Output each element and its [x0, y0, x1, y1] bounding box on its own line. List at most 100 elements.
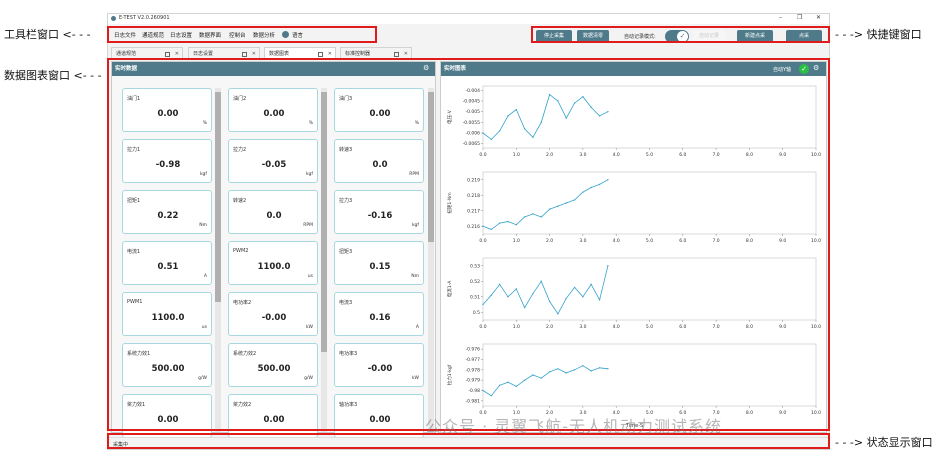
data-card: 轴功率3 0.00 — [334, 394, 424, 438]
data-card: 桨力效2 0.00 — [228, 394, 318, 438]
card-value: -0.16 — [367, 211, 393, 221]
y-tick-label: -0.981 — [465, 398, 480, 404]
point-pick-button[interactable]: 点采 — [786, 30, 822, 43]
close-button[interactable]: ✕ — [816, 14, 821, 21]
card-label: 油门3 — [339, 96, 353, 102]
data-card: 系统力效2 500.00 g/W — [228, 343, 318, 387]
card-label: 桨力效1 — [127, 402, 146, 408]
status-bar: 采集中 — [108, 437, 829, 449]
card-unit: RPM — [409, 172, 419, 177]
tab-standard-controller[interactable]: 标准控制器 ✕ — [340, 47, 412, 60]
y-tick-label: 0.5 — [473, 310, 480, 316]
data-point — [507, 115, 509, 117]
stop-collect-button[interactable]: 停止采集 — [536, 30, 572, 43]
y-axis-label: 电压-V — [446, 109, 453, 124]
x-tick-label: 0.0 — [479, 152, 486, 158]
menu-data-analysis[interactable]: 数据分析 — [253, 31, 275, 39]
annotation-data-chart-window: 数据图表窗口 <- - - — [4, 69, 102, 82]
window-icon — [242, 52, 247, 57]
data-point — [532, 136, 534, 139]
close-icon[interactable]: ✕ — [404, 48, 408, 61]
card-value: 0.00 — [369, 109, 391, 119]
menu-language[interactable]: 语言 — [292, 31, 303, 39]
tab-channel-spec[interactable]: 通道规范 ✕ — [111, 47, 183, 60]
minimize-button[interactable]: – — [779, 14, 782, 21]
gear-icon[interactable]: ⚙ — [813, 64, 819, 72]
menu-log-settings[interactable]: 日志设置 — [170, 31, 192, 39]
menu-channel-spec[interactable]: 通道规范 — [142, 31, 164, 39]
card-label: 轴功率3 — [339, 402, 358, 408]
x-tick-label: 1.0 — [513, 238, 520, 244]
card-value: 0.00 — [263, 415, 285, 425]
tab-log-settings[interactable]: 日志设置 ✕ — [188, 47, 260, 60]
annotation-toolbar-window: 工具栏窗口 <- - - — [4, 28, 91, 41]
card-value: -0.00 — [367, 364, 393, 374]
x-tick-label: 2.0 — [546, 152, 553, 158]
window-title: E-TEST V2.0.260901 — [119, 15, 170, 21]
card-value: 0.00 — [157, 109, 179, 119]
data-point — [582, 191, 584, 193]
data-point — [540, 377, 542, 379]
data-point — [607, 265, 609, 267]
auto-y-axis-label: 自动Y轴 — [773, 67, 792, 73]
x-tick-label: 7.0 — [713, 238, 720, 244]
card-label: 拉力1 — [127, 147, 141, 153]
clear-data-button[interactable]: 数据清零 — [577, 30, 609, 43]
tab-data-chart[interactable]: 数据图表 ✕ — [264, 47, 336, 60]
data-point — [507, 220, 509, 223]
card-unit: kgf — [411, 223, 419, 228]
close-icon[interactable]: ✕ — [328, 48, 332, 61]
data-point — [515, 224, 517, 226]
maximize-button[interactable]: ❐ — [797, 14, 802, 21]
data-point — [573, 102, 576, 104]
data-point — [523, 306, 526, 309]
auto-y-axis-toggle[interactable]: ✓ — [799, 64, 809, 74]
window-icon — [165, 52, 170, 57]
close-icon[interactable]: ✕ — [175, 48, 179, 61]
realtime-chart-panel: 实时图表 自动Y轴 ✓ ⚙ 0.0 1.0 2.0 3.0 4.0 5.0 6.0 7.0 8.… — [440, 61, 827, 433]
data-card: 电流3 0.16 A — [334, 292, 424, 336]
data-point — [565, 372, 567, 374]
card-value: -0.05 — [261, 160, 287, 170]
create-point-button[interactable]: 新建点采 — [737, 30, 773, 43]
card-unit: Nm — [411, 274, 419, 279]
data-card: PWM2 1100.0 us — [228, 241, 318, 285]
x-tick-label: 10.0 — [811, 238, 821, 244]
data-point — [607, 179, 609, 181]
data-point — [523, 128, 526, 130]
x-tick-label: 6.0 — [679, 152, 686, 158]
data-point — [565, 297, 567, 299]
auto-log-button[interactable]: 自动记录 — [693, 30, 725, 43]
x-tick-label: 4.0 — [613, 324, 620, 330]
line-chart-3: 0.0 1.0 2.0 3.0 4.0 5.0 6.0 7.0 8.0 9.0 10.0 0.53 0.… — [446, 257, 821, 330]
line-chart-2: 0.0 1.0 2.0 3.0 4.0 5.0 6.0 7.0 8.0 9.0 10.0 0.219 0… — [446, 171, 821, 244]
card-unit: us — [201, 325, 207, 330]
data-point — [565, 117, 567, 119]
annotation-status-window: - - -> 状态显示窗口 — [835, 436, 933, 449]
data-point — [582, 95, 584, 98]
realtime-data-header: 实时数据 — [112, 62, 435, 76]
data-point — [490, 228, 493, 231]
gear-icon[interactable]: ⚙ — [423, 64, 429, 72]
data-card: 电功率3 -0.00 kW — [334, 343, 424, 387]
app-window: E-TEST V2.0.260901 – ❐ ✕ 日志文件 通道规范 日志设置 … — [107, 13, 830, 450]
auto-log-toggle[interactable]: ✓ — [665, 30, 689, 43]
data-point — [498, 222, 501, 224]
y-tick-label: -0.98 — [468, 388, 480, 394]
menu-console[interactable]: 控制台 — [229, 31, 246, 39]
x-tick-label: 9.0 — [779, 152, 786, 158]
close-icon[interactable]: ✕ — [252, 48, 256, 61]
data-point — [598, 299, 601, 301]
scrollbar-column-1[interactable] — [215, 88, 221, 432]
data-point — [582, 365, 584, 367]
scrollbar-column-3[interactable] — [428, 88, 434, 432]
data-point — [532, 213, 534, 215]
y-axis-label: 电流1-A — [446, 280, 453, 297]
scrollbar-column-2[interactable] — [321, 88, 327, 432]
menu-data-view[interactable]: 数据界面 — [199, 31, 221, 39]
y-tick-label: -0.0055 — [463, 120, 481, 126]
x-tick-label: 8.0 — [746, 238, 753, 244]
menu-log-file[interactable]: 日志文件 — [114, 31, 136, 39]
x-tick-label: 6.0 — [679, 238, 686, 244]
tab-label: 通道规范 — [116, 51, 137, 57]
